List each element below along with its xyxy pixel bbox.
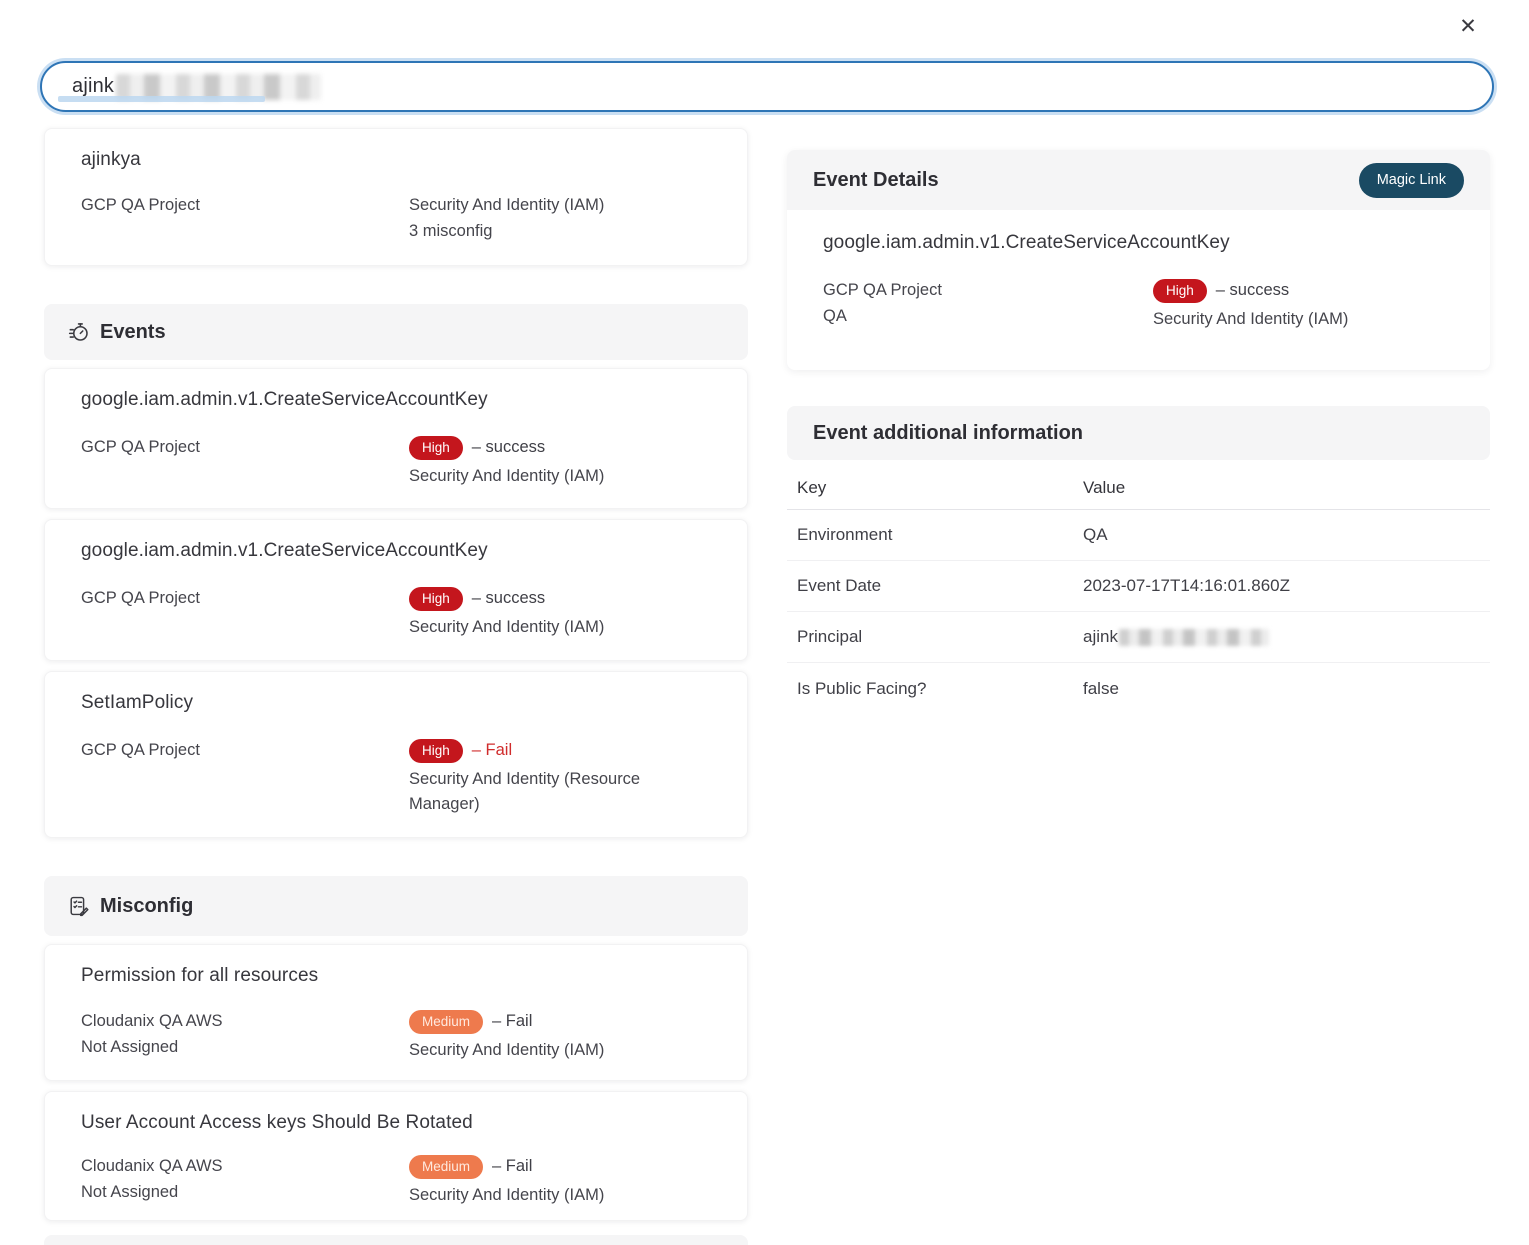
table-row: Principal ajink [787, 612, 1490, 663]
severity-badge: High [409, 587, 463, 612]
misconfig-title: Permission for all resources [81, 965, 711, 987]
severity-badge: High [409, 739, 463, 764]
event-details-panel: Event Details Magic Link google.iam.admi… [787, 150, 1490, 714]
row-value: QA [1083, 525, 1480, 545]
severity-badge: High [409, 436, 463, 461]
misconfig-result-card[interactable]: Permission for all resources Cloudanix Q… [44, 944, 748, 1081]
row-key: Environment [797, 525, 1083, 545]
severity-badge: Medium [409, 1010, 483, 1035]
misconfig-assignee: Not Assigned [81, 1180, 409, 1206]
row-value: false [1083, 679, 1480, 699]
additional-info-title: Event additional information [813, 422, 1083, 445]
search-input[interactable]: ajink [40, 61, 1494, 112]
event-category: Security And Identity (IAM) [409, 464, 711, 490]
event-account: GCP QA Project [81, 435, 409, 489]
event-account: GCP QA Project [81, 586, 409, 640]
next-section-header-partial [44, 1235, 748, 1245]
row-key: Principal [797, 627, 1083, 647]
key-column-header: Key [797, 478, 1083, 498]
event-details-card: google.iam.admin.v1.CreateServiceAccount… [787, 210, 1490, 370]
event-account: GCP QA Project [81, 738, 409, 818]
event-result-card[interactable]: google.iam.admin.v1.CreateServiceAccount… [44, 519, 748, 661]
misconfig-account: Cloudanix QA AWS [81, 1009, 409, 1035]
detail-event-environment: QA [823, 304, 1153, 330]
detail-event-status: – success [1216, 278, 1289, 304]
resource-misconfig-count: 3 misconfig [409, 219, 711, 245]
resource-result-card[interactable]: ajinkya GCP QA Project Security And Iden… [44, 128, 748, 266]
misconfig-account: Cloudanix QA AWS [81, 1154, 409, 1180]
event-status: – success [472, 435, 545, 461]
redacted-principal-text [1119, 629, 1269, 646]
value-column-header: Value [1083, 478, 1480, 498]
misconfig-category: Security And Identity (IAM) [409, 1038, 711, 1064]
detail-event-title: google.iam.admin.v1.CreateServiceAccount… [823, 232, 1454, 254]
row-key: Is Public Facing? [797, 679, 1083, 699]
misconfig-title: User Account Access keys Should Be Rotat… [81, 1112, 711, 1134]
resource-account: GCP QA Project [81, 193, 409, 244]
table-row: Event Date 2023-07-17T14:16:01.860Z [787, 561, 1490, 612]
row-value: ajink [1083, 627, 1480, 647]
search-results-column: ajinkya GCP QA Project Security And Iden… [44, 128, 748, 1245]
row-key: Event Date [797, 576, 1083, 596]
event-title: google.iam.admin.v1.CreateServiceAccount… [81, 540, 711, 562]
principal-visible-text: ajink [1083, 627, 1118, 647]
table-row: Is Public Facing? false [787, 663, 1490, 714]
event-category: Security And Identity (Resource Manager) [409, 767, 669, 818]
row-value: 2023-07-17T14:16:01.860Z [1083, 576, 1480, 596]
additional-info-table: Key Value Environment QA Event Date 2023… [787, 466, 1490, 714]
event-status: – Fail [472, 738, 512, 764]
misconfig-status: – Fail [492, 1009, 532, 1035]
event-status: – success [472, 586, 545, 612]
misconfig-section-label: Misconfig [100, 895, 193, 918]
event-details-header: Event Details Magic Link [787, 150, 1490, 210]
detail-event-account: GCP QA Project [823, 278, 1153, 304]
checklist-pencil-icon [68, 895, 90, 917]
resource-title: ajinkya [81, 149, 711, 171]
misconfig-assignee: Not Assigned [81, 1035, 409, 1061]
misconfig-category: Security And Identity (IAM) [409, 1183, 711, 1209]
event-title: google.iam.admin.v1.CreateServiceAccount… [81, 389, 711, 411]
magic-link-button[interactable]: Magic Link [1359, 163, 1464, 198]
search-text-underline [58, 96, 265, 102]
events-section-header: Events [44, 304, 748, 360]
stopwatch-icon [68, 321, 90, 343]
table-header-row: Key Value [787, 466, 1490, 510]
additional-info-header: Event additional information [787, 406, 1490, 460]
event-category: Security And Identity (IAM) [409, 615, 711, 641]
event-result-card[interactable]: google.iam.admin.v1.CreateServiceAccount… [44, 368, 748, 509]
misconfig-result-card[interactable]: User Account Access keys Should Be Rotat… [44, 1091, 748, 1221]
search-input-value: ajink [72, 75, 114, 98]
severity-badge: Medium [409, 1155, 483, 1180]
misconfig-status: – Fail [492, 1154, 532, 1180]
resource-category: Security And Identity (IAM) [409, 193, 711, 219]
severity-badge: High [1153, 279, 1207, 304]
event-details-title: Event Details [813, 169, 939, 192]
event-title: SetIamPolicy [81, 692, 711, 714]
misconfig-section-header: Misconfig [44, 876, 748, 936]
events-section-label: Events [100, 321, 166, 344]
close-icon[interactable]: ✕ [1453, 12, 1483, 42]
event-result-card[interactable]: SetIamPolicy GCP QA Project High – Fail … [44, 671, 748, 838]
table-row: Environment QA [787, 510, 1490, 561]
detail-event-category: Security And Identity (IAM) [1153, 307, 1454, 333]
